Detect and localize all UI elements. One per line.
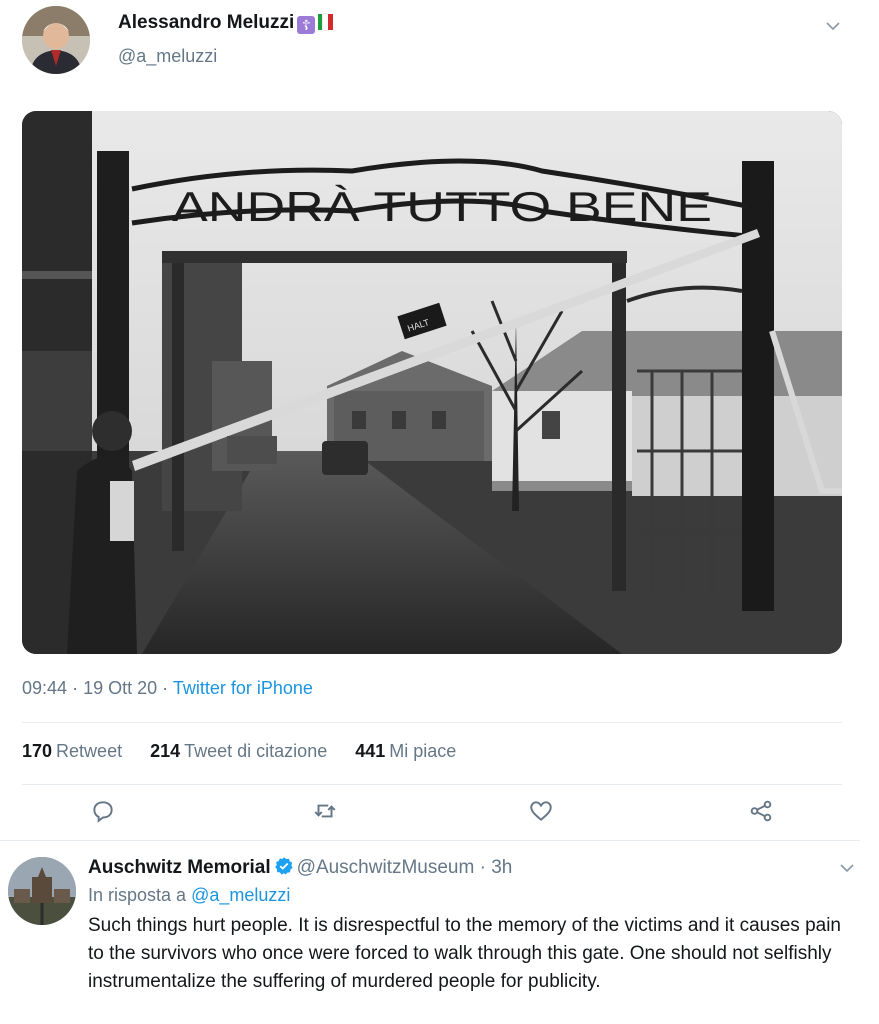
meta-separator: · <box>479 857 486 878</box>
reply-time[interactable]: 3h <box>491 857 512 878</box>
retweets-stat[interactable]: 170 Retweet <box>22 741 122 762</box>
in-reply-to: In risposta a @a_meluzzi <box>88 885 290 906</box>
author-name[interactable]: Alessandro Meluzzi <box>118 12 294 33</box>
meta-separator: · <box>72 678 79 698</box>
divider <box>22 722 842 723</box>
quotes-count: 214 <box>150 741 181 761</box>
author-avatar[interactable] <box>22 6 90 74</box>
italy-flag-icon <box>318 13 334 31</box>
meta-separator: · <box>162 678 169 698</box>
chevron-down-icon[interactable] <box>826 18 840 34</box>
tweet-source-link[interactable]: Twitter for iPhone <box>173 678 313 698</box>
likes-stat[interactable]: 441 Mi piace <box>355 741 456 762</box>
chevron-down-icon[interactable] <box>840 860 854 876</box>
reply-author-name[interactable]: Auschwitz Memorial <box>88 857 271 878</box>
like-icon[interactable] <box>528 798 554 824</box>
quotes-stat[interactable]: 214 Tweet di citazione <box>150 741 327 762</box>
in-reply-prefix: In risposta a <box>88 885 187 905</box>
share-icon[interactable] <box>748 798 774 824</box>
reply-text: Such things hurt people. It is disrespec… <box>88 915 841 992</box>
author-name-row[interactable]: Alessandro Meluzzi ☦ <box>118 12 334 34</box>
tweet-stats: 170 Retweet 214 Tweet di citazione 441 Mi p… <box>22 741 456 762</box>
quotes-label: Tweet di citazione <box>184 741 328 761</box>
verified-badge-icon <box>274 856 294 882</box>
retweets-label: Retweet <box>56 741 123 761</box>
divider <box>0 840 860 841</box>
divider <box>22 784 842 785</box>
reply-author-avatar[interactable] <box>8 857 76 925</box>
orthodox-cross-icon: ☦ <box>297 16 316 34</box>
tweet-time: 09:44 <box>22 678 68 698</box>
retweets-count: 170 <box>22 741 53 761</box>
tweet-meta: 09:44 · 19 Ott 20 · Twitter for iPhone <box>22 678 313 699</box>
reply-icon[interactable] <box>90 798 116 824</box>
likes-count: 441 <box>355 741 386 761</box>
likes-label: Mi piace <box>389 741 457 761</box>
author-handle[interactable]: @a_meluzzi <box>118 46 217 67</box>
tweet-date[interactable]: 19 Ott 20 <box>83 678 157 698</box>
reply-author-row[interactable]: Auschwitz Memorial @AuschwitzMuseum · 3h <box>88 856 512 882</box>
reply-author-handle[interactable]: @AuschwitzMuseum <box>297 857 475 878</box>
in-reply-handle-link[interactable]: @a_meluzzi <box>191 885 290 905</box>
sign-text: ANDRÀ TUTTO BENE <box>172 183 712 230</box>
tweet-photo[interactable]: ANDRÀ TUTTO BENE HALT <box>22 111 842 654</box>
retweet-icon[interactable] <box>312 798 338 824</box>
